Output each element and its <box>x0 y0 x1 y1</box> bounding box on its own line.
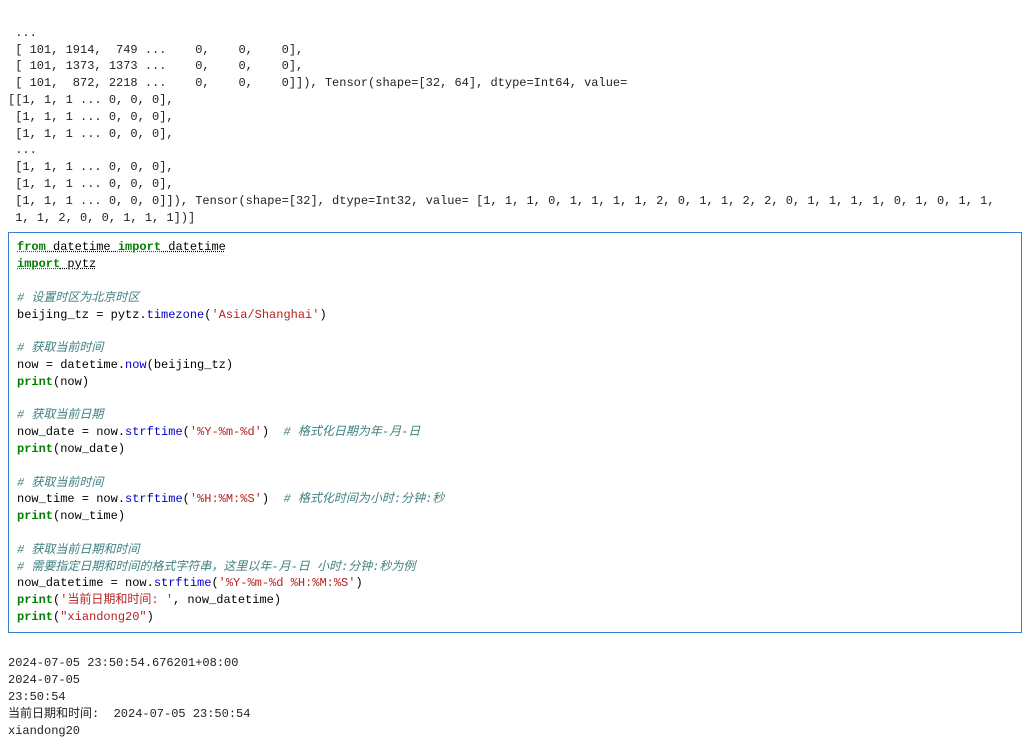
name-datetime: datetime <box>161 240 226 254</box>
out-line: xiandong20 <box>8 724 80 738</box>
code-text: now_date = now. <box>17 425 125 439</box>
out-line: [1, 1, 1 ... 0, 0, 0], <box>8 160 174 174</box>
comment: # 设置时区为北京时区 <box>17 291 139 305</box>
fn-timezone: timezone <box>147 308 205 322</box>
string-literal: '%Y-%m-%d' <box>190 425 262 439</box>
comment: # 需要指定日期和时间的格式字符串，这里以年-月-日 小时:分钟:秒为例 <box>17 560 415 574</box>
comment: # 获取当前时间 <box>17 476 103 490</box>
output-bottom: 2024-07-05 23:50:54.676201+08:00 2024-07… <box>8 639 1022 740</box>
fn-now: now <box>125 358 147 372</box>
out-line: [ 101, 1373, 1373 ... 0, 0, 0], <box>8 59 303 73</box>
fn-print: print <box>17 509 53 523</box>
code-text: (now_date) <box>53 442 125 456</box>
code-cell[interactable]: from datetime import datetime import pyt… <box>8 232 1022 632</box>
comment: # 格式化日期为年-月-日 <box>283 425 420 439</box>
string-literal: '%Y-%m-%d %H:%M:%S' <box>219 576 356 590</box>
string-literal: '%H:%M:%S' <box>190 492 262 506</box>
code-text: beijing_tz = pytz. <box>17 308 147 322</box>
code-text: , now_datetime) <box>173 593 281 607</box>
out-line: [[1, 1, 1 ... 0, 0, 0], <box>8 93 174 107</box>
fn-strftime: strftime <box>125 492 183 506</box>
out-line: 1, 1, 2, 0, 0, 1, 1, 1])] <box>8 211 195 225</box>
keyword-from: from <box>17 240 46 254</box>
fn-print: print <box>17 442 53 456</box>
string-literal: 'Asia/Shanghai' <box>211 308 319 322</box>
comment: # 获取当前时间 <box>17 341 103 355</box>
module-datetime: datetime <box>46 240 118 254</box>
comment: # 格式化时间为小时:分钟:秒 <box>283 492 444 506</box>
fn-print: print <box>17 593 53 607</box>
comment: # 获取当前日期 <box>17 408 103 422</box>
module-pytz: pytz <box>60 257 96 271</box>
code-text: now = datetime. <box>17 358 125 372</box>
out-line: ... <box>8 143 37 157</box>
out-line: 当前日期和时间: 2024-07-05 23:50:54 <box>8 707 250 721</box>
out-line: [ 101, 1914, 749 ... 0, 0, 0], <box>8 43 303 57</box>
code-text: (now_time) <box>53 509 125 523</box>
out-line: [1, 1, 1 ... 0, 0, 0], <box>8 110 174 124</box>
string-literal: "xiandong20" <box>60 610 146 624</box>
fn-strftime: strftime <box>125 425 183 439</box>
comment: # 获取当前日期和时间 <box>17 543 139 557</box>
keyword-import: import <box>17 257 60 271</box>
out-line: [1, 1, 1 ... 0, 0, 0], <box>8 177 174 191</box>
out-line: [ 101, 872, 2218 ... 0, 0, 0]]), Tensor(… <box>8 76 627 90</box>
out-line: [1, 1, 1 ... 0, 0, 0], <box>8 127 174 141</box>
out-line: ... <box>8 26 37 40</box>
keyword-import: import <box>118 240 161 254</box>
string-literal: '当前日期和时间: ' <box>60 593 173 607</box>
code-text: (now) <box>53 375 89 389</box>
fn-print: print <box>17 610 53 624</box>
out-line: 2024-07-05 23:50:54.676201+08:00 <box>8 656 238 670</box>
out-line: 2024-07-05 <box>8 673 80 687</box>
code-text: (beijing_tz) <box>147 358 233 372</box>
out-line: 23:50:54 <box>8 690 66 704</box>
out-line: [1, 1, 1 ... 0, 0, 0]]), Tensor(shape=[3… <box>8 194 995 208</box>
output-top: ... [ 101, 1914, 749 ... 0, 0, 0], [ 101… <box>8 8 1022 226</box>
code-text: now_datetime = now. <box>17 576 154 590</box>
code-text: now_time = now. <box>17 492 125 506</box>
fn-print: print <box>17 375 53 389</box>
fn-strftime: strftime <box>154 576 212 590</box>
